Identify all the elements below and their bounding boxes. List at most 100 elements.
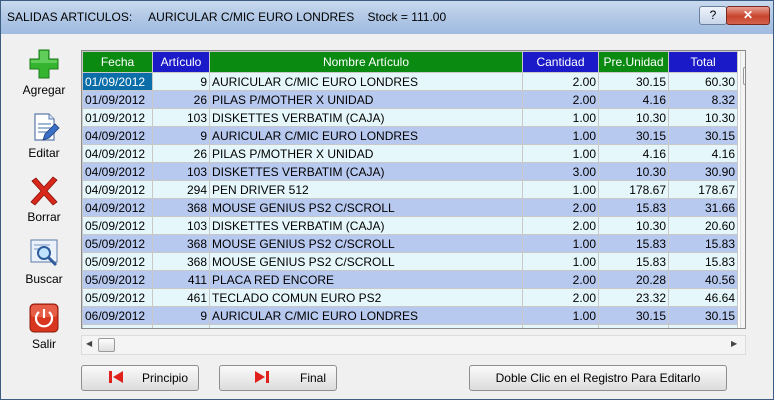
cell-cantidad[interactable]: 1.00 bbox=[522, 180, 599, 199]
table-row[interactable]: 01/09/2012 26 PILAS P/MOTHER X UNIDAD 2.00 4… bbox=[82, 90, 738, 109]
cell-pre-unidad[interactable]: 10.30 bbox=[598, 108, 669, 127]
cell-fecha[interactable]: 06/09/2012 bbox=[82, 306, 153, 325]
cell-total[interactable]: 30.15 bbox=[668, 126, 738, 145]
cell-nombre[interactable]: DISKETTES VERBATIM (CAJA) bbox=[209, 108, 523, 127]
cell-pre-unidad[interactable]: 15.83 bbox=[598, 252, 669, 271]
cell-pre-unidad[interactable]: 30.15 bbox=[598, 306, 669, 325]
horizontal-scrollbar[interactable]: ◀ ▶ bbox=[81, 335, 746, 355]
cell-fecha[interactable]: 04/09/2012 bbox=[82, 144, 153, 163]
vertical-scrollbar[interactable]: ▲ ▼ bbox=[740, 51, 745, 328]
help-button[interactable]: ? bbox=[699, 6, 727, 25]
cell-nombre[interactable]: PLACA RED ENCORE bbox=[209, 270, 523, 289]
cell-cantidad[interactable]: 1.00 bbox=[522, 306, 599, 325]
cell-cantidad[interactable]: 2.00 bbox=[522, 216, 599, 235]
cell-total[interactable]: 31.66 bbox=[668, 198, 738, 217]
col-header-pre-unidad[interactable]: Pre.Unidad bbox=[598, 51, 669, 73]
cell-pre-unidad[interactable]: 4.16 bbox=[598, 90, 669, 109]
cell-total[interactable]: 149.08 bbox=[668, 324, 738, 328]
title-bar[interactable]: SALIDAS ARTICULOS: AURICULAR C/MIC EURO … bbox=[1, 1, 773, 34]
table-row[interactable]: 05/09/2012 411 PLACA RED ENCORE 2.00 20.28 40… bbox=[82, 270, 738, 289]
scroll-right-icon[interactable]: ▶ bbox=[731, 339, 737, 348]
table-row[interactable]: 04/09/2012 368 MOUSE GENIUS PS2 C/SCROLL 2.… bbox=[82, 198, 738, 217]
cell-nombre[interactable]: MOUSE GENIUS PS2 C/SCROLL bbox=[209, 198, 523, 217]
cell-cantidad[interactable]: 2.00 bbox=[522, 72, 599, 91]
cell-total[interactable]: 20.60 bbox=[668, 216, 738, 235]
col-header-total[interactable]: Total bbox=[668, 51, 738, 73]
cell-articulo[interactable]: 103 bbox=[152, 216, 210, 235]
cell-total[interactable]: 60.30 bbox=[668, 72, 738, 91]
cell-fecha[interactable]: 04/09/2012 bbox=[82, 126, 153, 145]
table-row[interactable]: 06/09/201254CAMARAS WEB GENIUS2.0074.541… bbox=[82, 324, 738, 328]
cell-nombre[interactable]: MOUSE GENIUS PS2 C/SCROLL bbox=[209, 252, 523, 271]
table-row[interactable]: 04/09/2012 294 PEN DRIVER 512 1.00 178.67 178… bbox=[82, 180, 738, 199]
table-row[interactable]: 01/09/2012 103 DISKETTES VERBATIM (CAJA) 1.… bbox=[82, 108, 738, 127]
table-row[interactable]: 05/09/2012 103 DISKETTES VERBATIM (CAJA) 2.… bbox=[82, 216, 738, 235]
cell-total[interactable]: 40.56 bbox=[668, 270, 738, 289]
cell-nombre[interactable]: MOUSE GENIUS PS2 C/SCROLL bbox=[209, 234, 523, 253]
cell-nombre[interactable]: TECLADO COMUN EURO PS2 bbox=[209, 288, 523, 307]
cell-total[interactable]: 30.15 bbox=[668, 306, 738, 325]
cell-articulo[interactable]: 368 bbox=[152, 198, 210, 217]
cell-articulo[interactable]: 54 bbox=[152, 324, 210, 328]
cell-cantidad[interactable]: 1.00 bbox=[522, 108, 599, 127]
cell-fecha[interactable]: 05/09/2012 bbox=[82, 252, 153, 271]
scroll-down-icon[interactable]: ▼ bbox=[744, 315, 745, 324]
cell-fecha[interactable]: 06/09/2012 bbox=[82, 324, 153, 328]
cell-total[interactable]: 178.67 bbox=[668, 180, 738, 199]
cell-fecha[interactable]: 04/09/2012 bbox=[82, 198, 153, 217]
cell-cantidad[interactable]: 2.00 bbox=[522, 324, 599, 328]
cell-fecha[interactable]: 01/09/2012 bbox=[82, 108, 153, 127]
cell-fecha[interactable]: 05/09/2012 bbox=[82, 288, 153, 307]
cell-cantidad[interactable]: 3.00 bbox=[522, 162, 599, 181]
cell-total[interactable]: 15.83 bbox=[668, 252, 738, 271]
cell-pre-unidad[interactable]: 15.83 bbox=[598, 234, 669, 253]
cell-total[interactable]: 8.32 bbox=[668, 90, 738, 109]
cell-nombre[interactable]: PILAS P/MOTHER X UNIDAD bbox=[209, 90, 523, 109]
exit-button[interactable]: Salir bbox=[17, 302, 71, 351]
table-row[interactable]: 05/09/2012 368 MOUSE GENIUS PS2 C/SCROLL 1.… bbox=[82, 234, 738, 253]
cell-pre-unidad[interactable]: 178.67 bbox=[598, 180, 669, 199]
cell-articulo[interactable]: 9 bbox=[152, 306, 210, 325]
search-button[interactable]: Buscar bbox=[17, 237, 71, 286]
cell-pre-unidad[interactable]: 30.15 bbox=[598, 72, 669, 91]
cell-fecha[interactable]: 05/09/2012 bbox=[82, 216, 153, 235]
cell-pre-unidad[interactable]: 10.30 bbox=[598, 216, 669, 235]
vertical-scroll-thumb[interactable] bbox=[743, 67, 745, 85]
add-button[interactable]: Agregar bbox=[17, 48, 71, 97]
scroll-left-icon[interactable]: ◀ bbox=[86, 339, 92, 348]
col-header-cantidad[interactable]: Cantidad bbox=[522, 51, 599, 73]
cell-cantidad[interactable]: 1.00 bbox=[522, 144, 599, 163]
last-record-button[interactable]: Final bbox=[219, 365, 337, 391]
table-row[interactable]: 04/09/2012 103 DISKETTES VERBATIM (CAJA) 3.… bbox=[82, 162, 738, 181]
cell-total[interactable]: 30.90 bbox=[668, 162, 738, 181]
cell-nombre[interactable]: AURICULAR C/MIC EURO LONDRES bbox=[209, 126, 523, 145]
cell-nombre[interactable]: PILAS P/MOTHER X UNIDAD bbox=[209, 144, 523, 163]
table-row[interactable]: 06/09/2012 9 AURICULAR C/MIC EURO LONDRES 1… bbox=[82, 306, 738, 325]
cell-pre-unidad[interactable]: 4.16 bbox=[598, 144, 669, 163]
cell-articulo[interactable]: 103 bbox=[152, 162, 210, 181]
cell-articulo[interactable]: 26 bbox=[152, 144, 210, 163]
edit-button[interactable]: Editar bbox=[17, 111, 71, 160]
close-button[interactable]: ✕ bbox=[726, 6, 770, 25]
cell-pre-unidad[interactable]: 15.83 bbox=[598, 198, 669, 217]
cell-fecha[interactable]: 05/09/2012 bbox=[82, 270, 153, 289]
cell-total[interactable]: 15.83 bbox=[668, 234, 738, 253]
cell-cantidad[interactable]: 2.00 bbox=[522, 90, 599, 109]
cell-articulo[interactable]: 411 bbox=[152, 270, 210, 289]
cell-pre-unidad[interactable]: 23.32 bbox=[598, 288, 669, 307]
cell-cantidad[interactable]: 1.00 bbox=[522, 126, 599, 145]
cell-nombre[interactable]: AURICULAR C/MIC EURO LONDRES bbox=[209, 72, 523, 91]
cell-fecha[interactable]: 04/09/2012 bbox=[82, 180, 153, 199]
table-row[interactable]: 05/09/2012 368 MOUSE GENIUS PS2 C/SCROLL 1.… bbox=[82, 252, 738, 271]
cell-cantidad[interactable]: 1.00 bbox=[522, 234, 599, 253]
cell-pre-unidad[interactable]: 20.28 bbox=[598, 270, 669, 289]
table-row[interactable]: 04/09/2012 26 PILAS P/MOTHER X UNIDAD 1.00 4… bbox=[82, 144, 738, 163]
cell-nombre[interactable]: CAMARAS WEB GENIUS bbox=[209, 324, 523, 328]
cell-articulo[interactable]: 103 bbox=[152, 108, 210, 127]
cell-articulo[interactable]: 26 bbox=[152, 90, 210, 109]
table-row[interactable]: 01/09/2012 9 AURICULAR C/MIC EURO LONDRES 2… bbox=[82, 72, 738, 91]
cell-articulo[interactable]: 368 bbox=[152, 234, 210, 253]
cell-total[interactable]: 46.64 bbox=[668, 288, 738, 307]
cell-articulo[interactable]: 294 bbox=[152, 180, 210, 199]
cell-fecha[interactable]: 04/09/2012 bbox=[82, 162, 153, 181]
